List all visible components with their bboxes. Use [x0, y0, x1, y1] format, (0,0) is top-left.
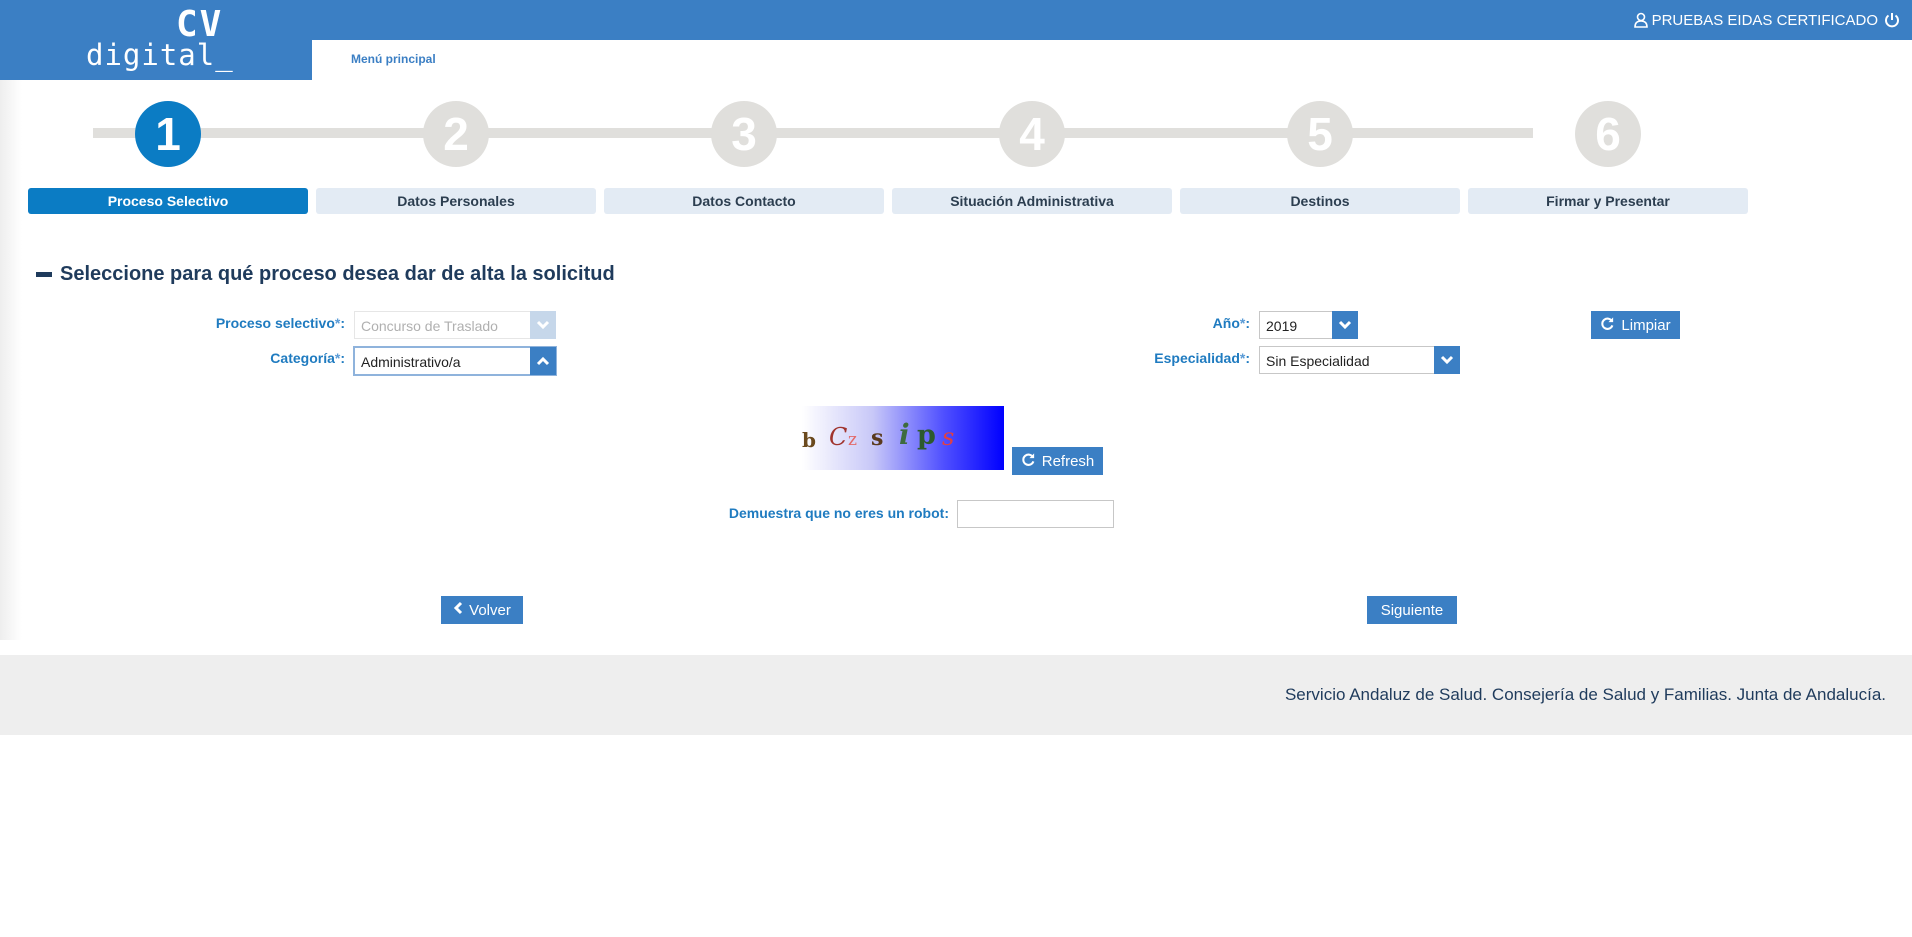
captcha-char: p	[917, 420, 936, 451]
captcha-char: z	[848, 430, 857, 450]
categoria-select[interactable]: Administrativo/a	[353, 346, 557, 376]
tab-destinos[interactable]: Destinos	[1180, 188, 1460, 214]
especialidad-label: Especialidad*:	[1154, 350, 1250, 366]
collapse-icon[interactable]	[36, 272, 52, 277]
menu-principal-link[interactable]: Menú principal	[351, 52, 436, 66]
captcha-char: s	[871, 425, 884, 451]
step-circle-6: 6	[1575, 101, 1641, 167]
tab-firmar-y-presentar[interactable]: Firmar y Presentar	[1468, 188, 1748, 214]
captcha-char: i	[899, 418, 910, 451]
especialidad-value: Sin Especialidad	[1266, 353, 1370, 369]
proceso-selectivo-select[interactable]: Concurso de Traslado	[354, 311, 556, 339]
chevron-down-icon[interactable]	[530, 311, 556, 339]
left-shade	[0, 80, 22, 640]
cv-digital-logo[interactable]: CV digital_	[0, 0, 312, 80]
captcha-image: b C z s i p s	[802, 406, 1004, 470]
logo-bottom-text: digital_	[86, 38, 234, 72]
user-icon	[1633, 12, 1648, 28]
user-name: PRUEBAS EIDAS CERTIFICADO	[1651, 11, 1878, 29]
limpiar-label: Limpiar	[1621, 316, 1671, 334]
step-circle-4: 4	[999, 101, 1065, 167]
chevron-up-icon[interactable]	[530, 347, 556, 375]
step-circle-3: 3	[711, 101, 777, 167]
tab-proceso-selectivo[interactable]: Proceso Selectivo	[28, 188, 308, 214]
footer-text: Servicio Andaluz de Salud. Consejería de…	[1284, 685, 1886, 704]
especialidad-select[interactable]: Sin Especialidad	[1259, 346, 1460, 374]
step-circle-2: 2	[423, 101, 489, 167]
captcha-char: b	[802, 428, 816, 452]
section-title[interactable]: Seleccione para qué proceso desea dar de…	[36, 263, 615, 286]
categoria-value: Administrativo/a	[361, 354, 461, 370]
refresh-label: Refresh	[1041, 452, 1095, 470]
tab-datos-contacto[interactable]: Datos Contacto	[604, 188, 884, 214]
step-circle-5: 5	[1287, 101, 1353, 167]
refresh-icon	[1600, 316, 1615, 335]
captcha-answer-input[interactable]	[957, 500, 1114, 528]
proceso-selectivo-value: Concurso de Traslado	[361, 318, 498, 334]
robot-label: Demuestra que no eres un robot:	[728, 505, 949, 521]
categoria-label: Categoría*:	[270, 350, 345, 366]
tab-datos-personales[interactable]: Datos Personales	[316, 188, 596, 214]
chevron-down-icon[interactable]	[1434, 346, 1460, 374]
anio-value: 2019	[1266, 318, 1298, 334]
captcha-char: s	[942, 423, 955, 451]
refresh-icon	[1021, 452, 1036, 471]
anio-label: Año*:	[1212, 315, 1250, 331]
volver-label: Volver	[469, 601, 511, 619]
proceso-selectivo-label: Proceso selectivo*:	[215, 315, 345, 331]
step-circle-1: 1	[135, 101, 201, 167]
power-icon[interactable]	[1884, 12, 1900, 28]
siguiente-button[interactable]: Siguiente	[1367, 596, 1457, 624]
chevron-left-icon	[453, 601, 463, 619]
limpiar-button[interactable]: Limpiar	[1591, 311, 1680, 339]
captcha-refresh-button[interactable]: Refresh	[1012, 447, 1103, 475]
footer: Servicio Andaluz de Salud. Consejería de…	[0, 655, 1912, 735]
captcha-char: C	[829, 423, 848, 451]
chevron-down-icon[interactable]	[1332, 311, 1358, 339]
section-title-text: Seleccione para qué proceso desea dar de…	[60, 263, 615, 285]
user-area: PRUEBAS EIDAS CERTIFICADO	[1633, 0, 1900, 40]
anio-select[interactable]: 2019	[1259, 311, 1358, 339]
volver-button[interactable]: Volver	[441, 596, 523, 624]
tab-situacion-administrativa[interactable]: Situación Administrativa	[892, 188, 1172, 214]
